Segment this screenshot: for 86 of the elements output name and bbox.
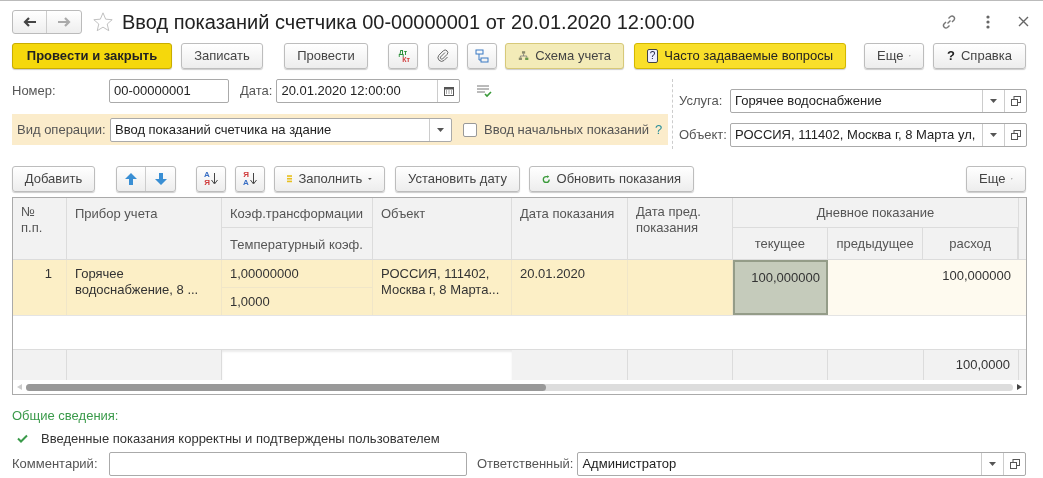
star-icon[interactable] xyxy=(92,10,114,33)
service-field[interactable]: Горячее водоснабжение xyxy=(730,89,1027,113)
set-date-button[interactable]: Установить дату xyxy=(395,166,520,192)
confirmation-text: Введенные показания корректны и подтверждены пользователем xyxy=(41,429,440,448)
faq-button[interactable]: ? Часто задаваемые вопросы xyxy=(634,43,846,69)
sort-ascending-button[interactable]: А Я xyxy=(196,166,226,192)
table-cell-text: 1,0000 xyxy=(229,292,271,311)
scheme-icon xyxy=(518,49,530,63)
open-window-icon xyxy=(1009,458,1020,469)
open-window-icon xyxy=(1010,130,1021,140)
column-header: Дневное показание xyxy=(733,198,1018,228)
caret-icon xyxy=(437,127,444,132)
object-label: Объект: xyxy=(679,126,728,145)
table-cell: Горячее водоснабжение, 8 ... xyxy=(67,260,222,315)
number-label: Номер: xyxy=(12,82,57,101)
column-header xyxy=(1019,198,1026,259)
paperclip-icon xyxy=(437,49,449,63)
add-button[interactable]: Добавить xyxy=(12,166,95,192)
more-vertical-icon[interactable] xyxy=(986,14,990,29)
column-header: Объект xyxy=(373,198,512,259)
caret-icon xyxy=(989,461,997,466)
footer-cell xyxy=(13,350,67,380)
column-header: расход xyxy=(923,228,1018,259)
save-button[interactable]: Записать xyxy=(181,43,263,69)
footer-cell xyxy=(1019,350,1026,380)
initial-readings-label: Ввод начальных показаний xyxy=(484,120,649,139)
question-icon: ? xyxy=(647,49,659,63)
post-button[interactable]: Провести xyxy=(284,43,368,69)
table-more-button[interactable]: Еще xyxy=(966,166,1026,192)
service-label: Услуга: xyxy=(679,92,724,111)
responsible-field[interactable]: Администратор xyxy=(577,451,1027,476)
column-header: текущее xyxy=(733,228,828,259)
table-cell[interactable]: 100,000000 xyxy=(924,260,1019,315)
date-field[interactable]: 20.01.2020 12:00:00 xyxy=(276,79,461,103)
table-cell xyxy=(1019,260,1026,315)
post-and-close-button[interactable]: Провести и закрыть xyxy=(12,43,172,69)
accounting-scheme-button[interactable]: Схема учета xyxy=(505,43,624,69)
down-arrow-icon xyxy=(154,173,167,185)
table-cell: 1,00000000 xyxy=(222,260,372,288)
up-arrow-icon xyxy=(125,173,137,185)
column-header: Температурный коэф. xyxy=(222,228,372,259)
column-header: Коэф.трансформации xyxy=(222,198,372,228)
column-header: предыдущее xyxy=(827,228,924,259)
caret-icon xyxy=(990,99,997,103)
table-cell: 1 xyxy=(13,260,67,315)
column-header: Дата пред. показания xyxy=(628,198,733,259)
calendar-icon xyxy=(443,86,454,96)
date-label: Дата: xyxy=(240,82,273,101)
more-button[interactable]: Еще xyxy=(864,43,924,69)
total-cell: 100,0000 xyxy=(924,350,1019,380)
sort-descending-button[interactable]: Я А xyxy=(235,166,265,192)
scrollbar-thumb[interactable] xyxy=(26,383,546,391)
operation-field[interactable]: Ввод показаний счетчика на здание xyxy=(110,117,452,142)
column-header: Прибор учета xyxy=(67,198,222,259)
refresh-icon xyxy=(542,172,551,186)
link-icon[interactable] xyxy=(940,12,958,31)
question-icon: ? xyxy=(947,46,955,66)
table-cell[interactable]: 100,000000 xyxy=(733,260,828,315)
section-title: Общие сведения: xyxy=(12,407,120,425)
caret-icon xyxy=(368,177,372,181)
table-cell: 20.01.2020 xyxy=(512,260,628,315)
table-row[interactable]: 1 Горячее водоснабжение, 8 ... 1,00000000 1,0000 РОССИЯ, 111402, Москва г, 8 Марта... 20.01.2020 100,000000 100,000000 xyxy=(13,260,1026,316)
close-icon[interactable] xyxy=(1018,16,1029,27)
operation-label: Вид операции: xyxy=(17,120,107,139)
column-header: № п.п. xyxy=(13,198,67,259)
table-cell: РОССИЯ, 111402, Москва г, 8 Марта... xyxy=(373,260,512,315)
object-field[interactable]: РОССИЯ, 111402, Москва г, 8 Марта ул, xyxy=(730,123,1027,147)
caret-icon xyxy=(990,133,997,137)
attach-button[interactable] xyxy=(428,43,458,69)
comment-field[interactable] xyxy=(109,451,467,476)
window-title: Ввод показаний счетчика 00-00000001 от 20.01.2020 12:00:00 xyxy=(122,9,695,35)
responsible-label: Ответственный: xyxy=(477,454,574,473)
column-header: Дата показания xyxy=(512,198,628,259)
fill-button[interactable]: Заполнить xyxy=(274,166,385,192)
open-window-icon xyxy=(1010,96,1021,106)
document-check-icon[interactable] xyxy=(476,84,493,98)
back-arrow-icon xyxy=(22,16,37,27)
comment-label: Комментарий: xyxy=(12,454,99,473)
structure-button[interactable] xyxy=(467,43,497,69)
initial-readings-checkbox[interactable] xyxy=(463,122,477,137)
structure-icon xyxy=(475,49,489,63)
number-field[interactable]: 00-00000001 xyxy=(109,79,229,103)
scroll-right-icon[interactable] xyxy=(1017,384,1022,390)
refresh-readings-button[interactable]: Обновить показания xyxy=(529,166,694,192)
help-button[interactable]: ? Справка xyxy=(933,43,1026,69)
forward-arrow-icon xyxy=(57,16,71,27)
